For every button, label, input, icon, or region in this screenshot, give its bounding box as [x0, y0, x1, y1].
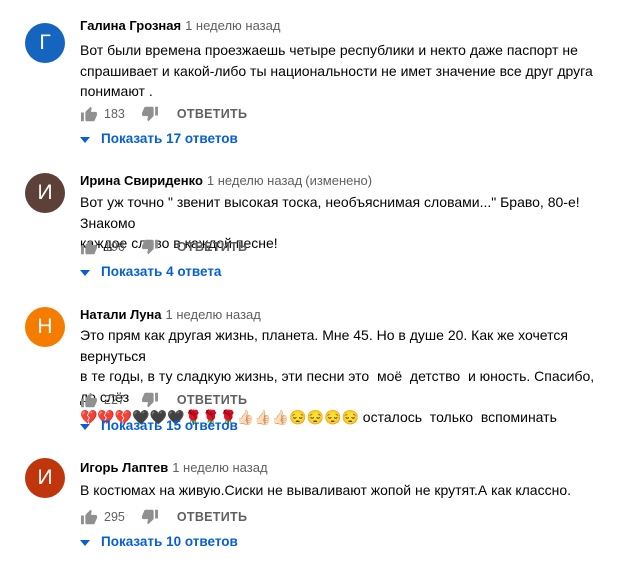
comment-header: Натали Луна 1 неделю назад [80, 307, 261, 322]
author-name[interactable]: Игорь Лаптев [80, 460, 168, 475]
comment-text: В костюмах на живую.Сиски не вываливают … [80, 482, 571, 498]
like-button[interactable] [80, 106, 98, 122]
show-replies-button[interactable]: Показать 10 ответов [80, 534, 238, 549]
comment-actions: 196 ОТВЕТИТЬ [80, 237, 247, 257]
comment-header: Ирина Свириденко 1 неделю назад (изменено) [80, 173, 372, 188]
reply-button[interactable]: ОТВЕТИТЬ [177, 107, 247, 121]
show-replies-label: Показать 10 ответов [101, 534, 238, 549]
comment-header: Галина Грозная 1 неделю назад [80, 18, 280, 33]
thumb-up-icon [81, 106, 97, 122]
dislike-button[interactable] [141, 509, 159, 525]
comment-actions: 295 ОТВЕТИТЬ [80, 507, 247, 527]
like-button[interactable] [80, 509, 98, 525]
author-name[interactable]: Ирина Свириденко [80, 173, 203, 188]
comment-actions: 183 ОТВЕТИТЬ [80, 104, 247, 124]
thumb-down-icon [141, 392, 158, 408]
comment-text: Вот были времена проезжаешь четыре респу… [80, 42, 593, 99]
comment-time[interactable]: 1 неделю назад [172, 460, 267, 475]
reply-button[interactable]: ОТВЕТИТЬ [177, 240, 247, 254]
thumb-up-icon [81, 392, 97, 408]
show-replies-label: Показать 15 ответов [101, 418, 238, 433]
dislike-button[interactable] [141, 239, 159, 255]
chevron-down-icon [80, 418, 90, 433]
edited-label: (изменено) [305, 173, 373, 188]
avatar[interactable]: И [25, 173, 65, 213]
dislike-button[interactable] [141, 106, 159, 122]
chevron-down-icon [80, 131, 90, 146]
chevron-down-icon [80, 534, 90, 549]
avatar[interactable]: И [25, 458, 65, 498]
avatar[interactable]: Г [25, 23, 65, 63]
comment-text: Это прям как другая жизнь, планета. Мне … [80, 327, 595, 425]
reply-button[interactable]: ОТВЕТИТЬ [177, 510, 247, 524]
comment-time[interactable]: 1 неделю назад [207, 173, 302, 188]
thumb-down-icon [141, 106, 158, 122]
reply-button[interactable]: ОТВЕТИТЬ [177, 393, 247, 407]
like-count: 295 [104, 510, 125, 524]
chevron-down-icon [80, 264, 90, 279]
avatar[interactable]: Н [25, 307, 65, 347]
like-button[interactable] [80, 239, 98, 255]
like-count: 196 [104, 240, 125, 254]
like-count: 227 [104, 393, 125, 407]
thumb-down-icon [141, 509, 158, 525]
thumb-up-icon [81, 239, 97, 255]
like-count: 183 [104, 107, 125, 121]
comment-time[interactable]: 1 неделю назад [185, 18, 280, 33]
dislike-button[interactable] [141, 392, 159, 408]
author-name[interactable]: Натали Луна [80, 307, 162, 322]
author-name[interactable]: Галина Грозная [80, 18, 181, 33]
comment-time[interactable]: 1 неделю назад [166, 307, 261, 322]
show-replies-button[interactable]: Показать 15 ответов [80, 418, 238, 433]
show-replies-label: Показать 17 ответов [101, 131, 238, 146]
like-button[interactable] [80, 392, 98, 408]
show-replies-button[interactable]: Показать 4 ответа [80, 264, 221, 279]
show-replies-button[interactable]: Показать 17 ответов [80, 131, 238, 146]
show-replies-label: Показать 4 ответа [101, 264, 222, 279]
thumb-down-icon [141, 239, 158, 255]
comment-header: Игорь Лаптев 1 неделю назад [80, 460, 268, 475]
comment-actions: 227 ОТВЕТИТЬ [80, 390, 247, 410]
thumb-up-icon [81, 509, 97, 525]
